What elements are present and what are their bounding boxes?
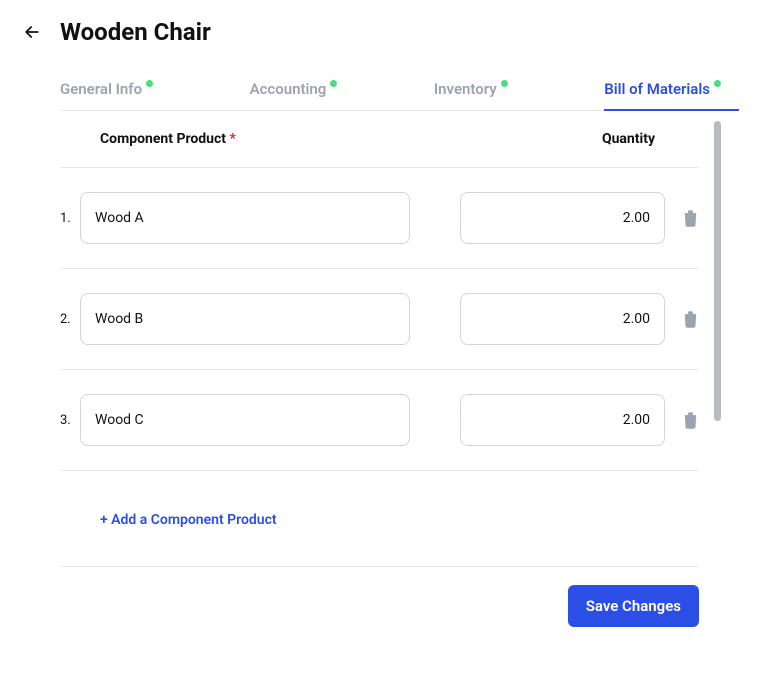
save-button[interactable]: Save Changes bbox=[568, 585, 699, 627]
column-header-product: Component Product * bbox=[100, 131, 460, 147]
component-product-input[interactable] bbox=[80, 394, 410, 446]
tab-label: Accounting bbox=[250, 80, 327, 98]
tabs: General Info Accounting Inventory Bill of M… bbox=[60, 66, 721, 111]
add-component-button[interactable]: + Add a Component Product bbox=[100, 512, 277, 528]
tab-general-info[interactable]: General Info bbox=[60, 66, 153, 110]
trash-icon[interactable] bbox=[665, 310, 699, 329]
tab-bill-of-materials[interactable]: Bill of Materials bbox=[604, 66, 721, 110]
tab-label: Bill of Materials bbox=[604, 80, 710, 98]
tab-accounting[interactable]: Accounting bbox=[250, 66, 338, 110]
back-arrow-icon[interactable] bbox=[20, 20, 44, 44]
quantity-input[interactable] bbox=[460, 394, 665, 446]
status-dot-icon bbox=[330, 80, 337, 87]
tab-label: General Info bbox=[60, 80, 142, 98]
quantity-input[interactable] bbox=[460, 293, 665, 345]
required-mark: * bbox=[230, 131, 236, 147]
scrollbar[interactable] bbox=[714, 121, 721, 421]
page-title: Wooden Chair bbox=[60, 18, 211, 46]
trash-icon[interactable] bbox=[665, 411, 699, 430]
status-dot-icon bbox=[501, 80, 508, 87]
row-index: 2. bbox=[60, 312, 80, 327]
tab-label: Inventory bbox=[434, 80, 497, 98]
status-dot-icon bbox=[714, 80, 721, 87]
column-header-quantity: Quantity bbox=[460, 131, 665, 147]
table-row: 2. bbox=[60, 269, 699, 370]
quantity-input[interactable] bbox=[460, 192, 665, 244]
row-index: 3. bbox=[60, 413, 80, 428]
tab-inventory[interactable]: Inventory bbox=[434, 66, 508, 110]
trash-icon[interactable] bbox=[665, 209, 699, 228]
table-row: 1. bbox=[60, 168, 699, 269]
component-product-input[interactable] bbox=[80, 293, 410, 345]
table-header: Component Product * Quantity bbox=[60, 111, 699, 168]
component-product-input[interactable] bbox=[80, 192, 410, 244]
status-dot-icon bbox=[146, 80, 153, 87]
row-index: 1. bbox=[60, 211, 80, 226]
table-row: 3. bbox=[60, 370, 699, 471]
